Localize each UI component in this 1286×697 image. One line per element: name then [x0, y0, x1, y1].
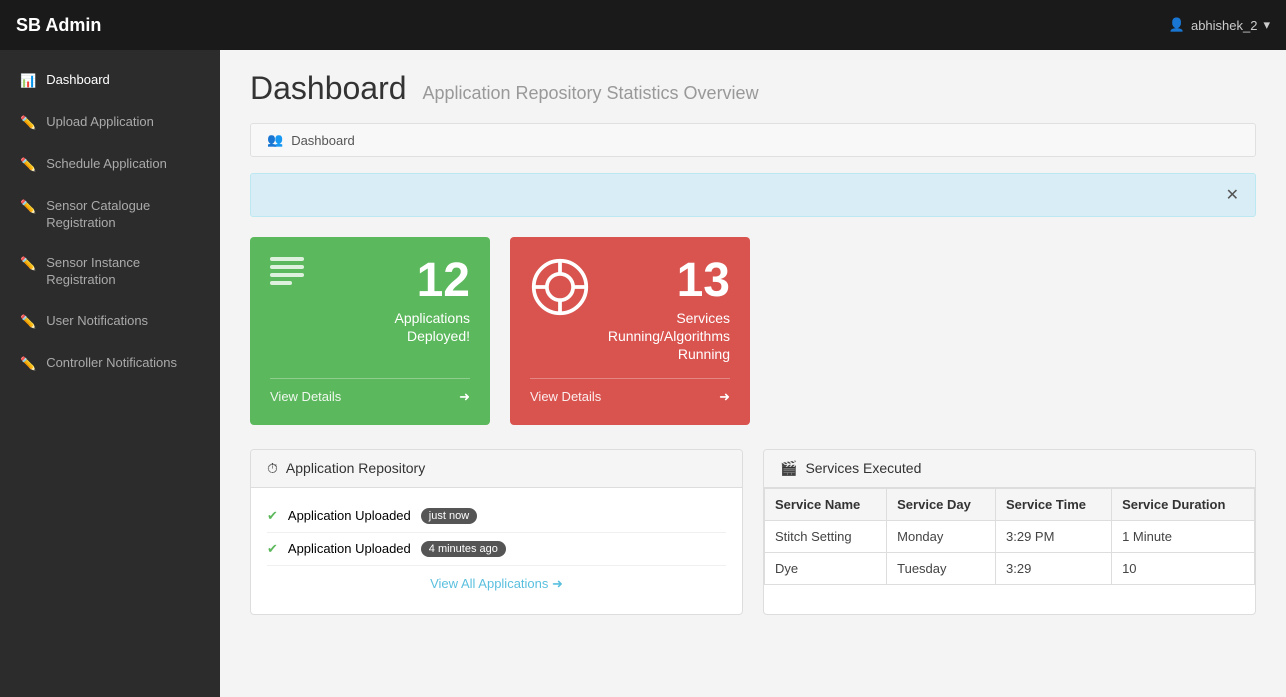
check-icon-2: ✔ — [267, 541, 278, 557]
running-view-details-link[interactable]: View Details — [530, 389, 601, 404]
user-notif-icon: ✏️ — [20, 314, 36, 331]
app-repo-body: ✔ Application Uploaded just now ✔ Applic… — [251, 488, 742, 614]
alert-bar: ✕ — [250, 173, 1256, 217]
cell-service-duration-1: 1 Minute — [1112, 520, 1255, 552]
activity-text-1: Application Uploaded — [288, 508, 411, 523]
sidebar-item-controller-notifications[interactable]: ✏️ Controller Notifications — [0, 343, 220, 385]
lifesaver-icon — [530, 257, 590, 317]
schedule-icon: ✏️ — [20, 157, 36, 174]
sidebar-item-sensor-instance[interactable]: ✏️ Sensor Instance Registration — [0, 243, 220, 301]
services-table: Service Name Service Day Service Time Se… — [764, 488, 1255, 585]
main-layout: 📊 Dashboard ✏️ Upload Application ✏️ Sch… — [0, 50, 1286, 697]
sensor-catalogue-icon: ✏️ — [20, 199, 36, 216]
check-icon-1: ✔ — [267, 508, 278, 524]
dashboard-icon: 📊 — [20, 73, 36, 90]
sidebar-label-user-notifications: User Notifications — [46, 313, 148, 330]
cell-service-time-1: 3:29 PM — [996, 520, 1112, 552]
main-content: Dashboard Application Repository Statist… — [220, 50, 1286, 697]
deployed-number: 12 — [395, 257, 471, 305]
breadcrumb-icon: 👥 — [267, 132, 283, 148]
activity-badge-2: 4 minutes ago — [421, 541, 506, 557]
sidebar-item-dashboard[interactable]: 📊 Dashboard — [0, 60, 220, 102]
col-service-time: Service Time — [996, 488, 1112, 520]
cell-service-name-2: Dye — [765, 552, 887, 584]
view-all-applications-link[interactable]: View All Applications ➜ — [430, 576, 563, 591]
sidebar-item-sensor-catalogue[interactable]: ✏️ Sensor Catalogue Registration — [0, 186, 220, 244]
activity-item-1: ✔ Application Uploaded just now — [267, 500, 726, 533]
sidebar: 📊 Dashboard ✏️ Upload Application ✏️ Sch… — [0, 50, 220, 697]
deployed-label: ApplicationsDeployed! — [395, 309, 471, 345]
panels-row: ⏱ Application Repository ✔ Application U… — [250, 449, 1256, 615]
user-icon: 👤 — [1169, 17, 1185, 33]
activity-text-2: Application Uploaded — [288, 541, 411, 556]
stat-card-running: 13 ServicesRunning/AlgorithmsRunning Vie… — [510, 237, 750, 425]
app-repo-panel: ⏱ Application Repository ✔ Application U… — [250, 449, 743, 615]
stat-card-running-right: 13 ServicesRunning/AlgorithmsRunning — [608, 257, 730, 364]
services-title: Services Executed — [805, 460, 921, 476]
alert-close-button[interactable]: ✕ — [1226, 185, 1239, 205]
cell-service-day-1: Monday — [887, 520, 996, 552]
stat-card-deployed-right: 12 ApplicationsDeployed! — [395, 257, 471, 345]
stat-card-deployed-top: 12 ApplicationsDeployed! — [270, 257, 470, 364]
breadcrumb-label: Dashboard — [291, 133, 355, 148]
controller-notif-icon: ✏️ — [20, 356, 36, 373]
arrow-right-icon: ➜ — [459, 389, 470, 405]
clock-icon: ⏱ — [267, 460, 278, 477]
sidebar-item-user-notifications[interactable]: ✏️ User Notifications — [0, 301, 220, 343]
page-header: Dashboard Application Repository Statist… — [250, 70, 1256, 107]
stat-card-running-footer: View Details ➜ — [530, 378, 730, 405]
sensor-instance-icon: ✏️ — [20, 256, 36, 273]
sidebar-label-dashboard: Dashboard — [46, 72, 110, 89]
app-repo-title: Application Repository — [286, 460, 425, 476]
stat-cards-row: 12 ApplicationsDeployed! View Details ➜ — [250, 237, 1256, 425]
breadcrumb: 👥 Dashboard — [250, 123, 1256, 157]
chevron-down-icon: ▾ — [1263, 17, 1270, 33]
sidebar-label-sensor-instance: Sensor Instance Registration — [46, 255, 200, 289]
user-menu[interactable]: 👤 abhishek_2 ▾ — [1169, 17, 1270, 33]
sidebar-label-sensor-catalogue: Sensor Catalogue Registration — [46, 198, 200, 232]
sidebar-label-upload: Upload Application — [46, 114, 154, 131]
table-row: Stitch Setting Monday 3:29 PM 1 Minute — [765, 520, 1255, 552]
cell-service-day-2: Tuesday — [887, 552, 996, 584]
services-body: Service Name Service Day Service Time Se… — [764, 488, 1255, 585]
col-service-name: Service Name — [765, 488, 887, 520]
stat-card-deployed: 12 ApplicationsDeployed! View Details ➜ — [250, 237, 490, 425]
sidebar-label-controller-notifications: Controller Notifications — [46, 355, 177, 372]
cell-service-time-2: 3:29 — [996, 552, 1112, 584]
page-subtitle: Application Repository Statistics Overvi… — [422, 83, 758, 103]
services-panel: 🎬 Services Executed Service Name Service… — [763, 449, 1256, 615]
cell-service-name-1: Stitch Setting — [765, 520, 887, 552]
app-repo-header: ⏱ Application Repository — [251, 450, 742, 488]
sidebar-label-schedule: Schedule Application — [46, 156, 167, 173]
col-service-day: Service Day — [887, 488, 996, 520]
topbar: SB Admin 👤 abhishek_2 ▾ — [0, 0, 1286, 50]
sidebar-item-upload-application[interactable]: ✏️ Upload Application — [0, 102, 220, 144]
col-service-duration: Service Duration — [1112, 488, 1255, 520]
cell-service-duration-2: 10 — [1112, 552, 1255, 584]
activity-badge-1: just now — [421, 508, 477, 524]
sidebar-item-schedule-application[interactable]: ✏️ Schedule Application — [0, 144, 220, 186]
stat-card-deployed-footer: View Details ➜ — [270, 378, 470, 405]
stat-card-running-top: 13 ServicesRunning/AlgorithmsRunning — [530, 257, 730, 364]
table-row: Dye Tuesday 3:29 10 — [765, 552, 1255, 584]
deployed-view-details-link[interactable]: View Details — [270, 389, 341, 404]
video-icon: 🎬 — [780, 460, 797, 477]
running-number: 13 — [608, 257, 730, 305]
upload-icon: ✏️ — [20, 115, 36, 132]
services-header: 🎬 Services Executed — [764, 450, 1255, 488]
arrow-right-icon-2: ➜ — [719, 389, 730, 405]
username-label: abhishek_2 — [1191, 18, 1258, 33]
brand-title: SB Admin — [16, 15, 101, 36]
running-label: ServicesRunning/AlgorithmsRunning — [608, 309, 730, 364]
deployed-icon — [270, 257, 304, 285]
activity-item-2: ✔ Application Uploaded 4 minutes ago — [267, 533, 726, 566]
view-all-link: View All Applications ➜ — [267, 566, 726, 602]
page-title: Dashboard — [250, 70, 407, 106]
